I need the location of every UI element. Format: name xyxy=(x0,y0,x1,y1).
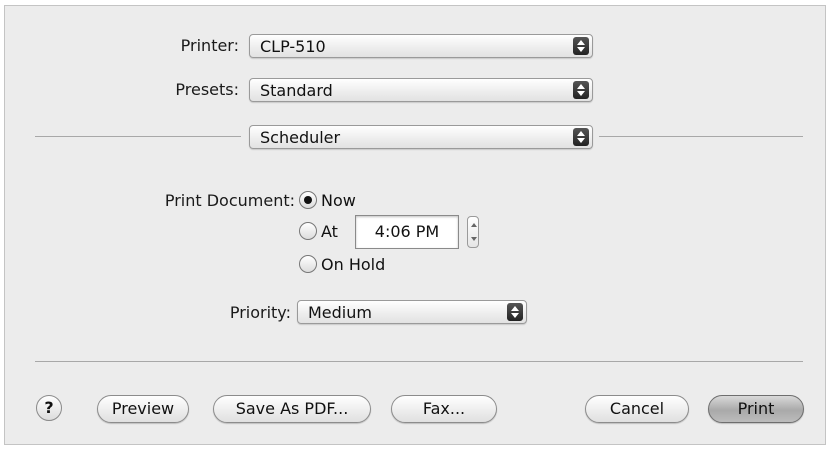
separator-right xyxy=(599,136,803,137)
radio-button[interactable] xyxy=(299,255,317,273)
print-button[interactable]: Print xyxy=(708,395,804,423)
radio-now[interactable]: Now xyxy=(299,189,356,211)
radio-at[interactable]: At xyxy=(299,220,338,242)
updown-arrows-icon xyxy=(573,81,589,99)
priority-label: Priority: xyxy=(229,303,291,322)
updown-arrows-icon xyxy=(507,303,523,321)
fax-button[interactable]: Fax... xyxy=(391,395,497,423)
cancel-button[interactable]: Cancel xyxy=(585,395,689,423)
time-field[interactable]: 4:06 PM xyxy=(355,215,459,249)
print-dialog: Printer: CLP-510 Presets: Standard Sched… xyxy=(4,5,826,445)
priority-value: Medium xyxy=(308,303,372,322)
panel-popup[interactable]: Scheduler xyxy=(249,125,593,149)
printer-popup[interactable]: CLP-510 xyxy=(249,34,593,58)
presets-popup[interactable]: Standard xyxy=(249,78,593,102)
printer-value: CLP-510 xyxy=(260,37,326,56)
radio-on-hold-label: On Hold xyxy=(321,254,386,274)
separator-left xyxy=(35,136,241,137)
save-as-pdf-button[interactable]: Save As PDF... xyxy=(213,395,371,423)
printer-label: Printer: xyxy=(180,36,239,55)
help-icon[interactable]: ? xyxy=(36,395,62,421)
priority-popup[interactable]: Medium xyxy=(297,300,527,324)
stepper-up-icon[interactable] xyxy=(471,223,477,227)
presets-value: Standard xyxy=(260,81,333,100)
updown-arrows-icon xyxy=(573,128,589,146)
stepper-down-icon[interactable] xyxy=(471,237,477,241)
bottom-separator xyxy=(35,361,803,362)
updown-arrows-icon xyxy=(573,37,589,55)
radio-button[interactable] xyxy=(299,222,317,240)
preview-button[interactable]: Preview xyxy=(97,395,189,423)
presets-label: Presets: xyxy=(175,80,239,99)
stepper-icon[interactable] xyxy=(467,216,479,248)
radio-at-label: At xyxy=(321,221,338,241)
radio-button-checked[interactable] xyxy=(299,191,317,209)
print-document-label: Print Document: xyxy=(164,191,295,210)
panel-value: Scheduler xyxy=(260,128,341,147)
radio-on-hold[interactable]: On Hold xyxy=(299,253,385,275)
radio-now-label: Now xyxy=(321,190,356,210)
